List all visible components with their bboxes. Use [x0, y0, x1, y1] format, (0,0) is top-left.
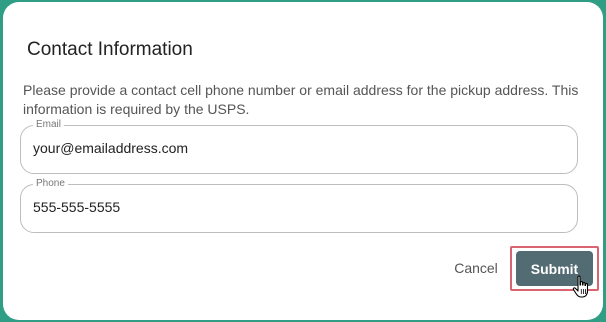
hand-pointer-icon	[572, 275, 589, 298]
dialog-title: Contact Information	[27, 39, 193, 60]
cancel-button[interactable]: Cancel	[446, 256, 506, 280]
phone-field-label: Phone	[33, 177, 68, 191]
email-field-label: Email	[33, 118, 65, 132]
phone-input[interactable]	[33, 199, 553, 215]
dialog-description: Please provide a contact cell phone numb…	[23, 82, 579, 117]
email-field[interactable]: Email	[20, 118, 578, 174]
phone-field[interactable]: Phone	[20, 177, 578, 233]
email-input[interactable]	[33, 140, 553, 156]
